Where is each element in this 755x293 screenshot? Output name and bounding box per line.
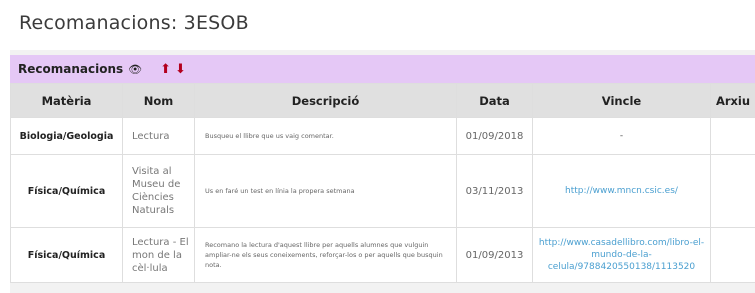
page-title: Recomanacions: 3ESOB bbox=[19, 12, 249, 34]
cell-descripcio: Recomano la lectura d'aquest llibre per … bbox=[194, 227, 457, 283]
table-row: Biologia/Geologia Lectura Busqueu el lli… bbox=[10, 117, 755, 155]
recommendations-table: Matèria Nom Descripció Data Vincle Arxiu… bbox=[10, 83, 755, 283]
column-header-materia[interactable]: Matèria bbox=[10, 83, 123, 118]
table-row: Física/Química Lectura - El mon de la cè… bbox=[10, 227, 755, 283]
panel-header: Recomanacions 👁︎ ⬆︎ ⬇︎ bbox=[10, 55, 755, 83]
cell-materia: Física/Química bbox=[10, 154, 123, 228]
column-header-vincle[interactable]: Vincle bbox=[532, 83, 711, 118]
cell-vincle: - bbox=[532, 117, 711, 155]
column-header-arxiu[interactable]: Arxiu bbox=[710, 83, 755, 118]
cell-data: 01/09/2018 bbox=[456, 117, 533, 155]
cell-descripcio: Busqueu el llibre que us vaig comentar. bbox=[194, 117, 457, 155]
cell-arxiu bbox=[710, 154, 755, 228]
cell-vincle-link[interactable]: http://www.casadellibro.com/libro-el-mun… bbox=[532, 227, 711, 283]
table-row: Física/Química Visita al Museu de Ciènci… bbox=[10, 154, 755, 228]
panel-title: Recomanacions bbox=[18, 62, 124, 76]
cell-nom: Lectura - El mon de la cèl·lula bbox=[122, 227, 195, 283]
cell-arxiu bbox=[710, 227, 755, 283]
cell-data: 01/09/2013 bbox=[456, 227, 533, 283]
cell-data: 03/11/2013 bbox=[456, 154, 533, 228]
cell-nom: Lectura bbox=[122, 117, 195, 155]
column-header-descripcio[interactable]: Descripció bbox=[194, 83, 457, 118]
cell-arxiu bbox=[710, 117, 755, 155]
arrow-down-icon[interactable]: ⬇︎ bbox=[175, 62, 186, 77]
column-header-nom[interactable]: Nom bbox=[122, 83, 195, 118]
cell-materia: Física/Química bbox=[10, 227, 123, 283]
eye-icon[interactable]: 👁︎ bbox=[128, 63, 142, 76]
arrow-up-icon[interactable]: ⬆︎ bbox=[160, 62, 171, 77]
cell-materia: Biologia/Geologia bbox=[10, 117, 123, 155]
cell-descripcio: Us en faré un test en línia la propera s… bbox=[194, 154, 457, 228]
cell-nom: Visita al Museu de Ciències Naturals bbox=[122, 154, 195, 228]
table-header-row: Matèria Nom Descripció Data Vincle Arxiu bbox=[10, 83, 755, 118]
cell-vincle-link[interactable]: http://www.mncn.csic.es/ bbox=[532, 154, 711, 228]
content-area: Recomanacions 👁︎ ⬆︎ ⬇︎ Matèria Nom Descr… bbox=[10, 50, 755, 293]
column-header-data[interactable]: Data bbox=[456, 83, 533, 118]
